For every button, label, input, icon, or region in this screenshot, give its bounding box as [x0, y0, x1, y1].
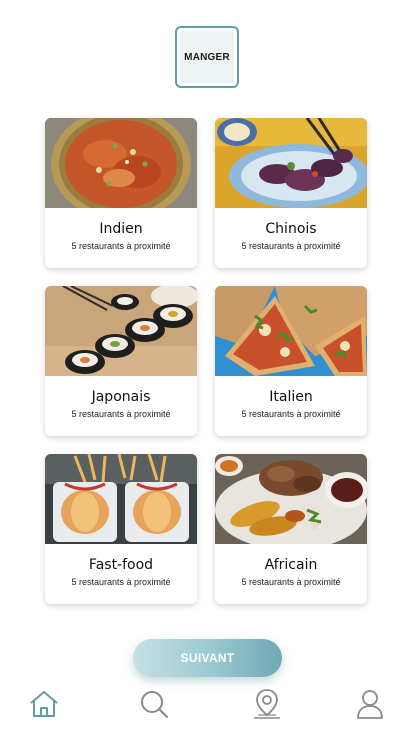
category-card-fast-food[interactable]: Fast-food 5 restaurants à proximité: [45, 454, 197, 604]
user-icon: [357, 690, 383, 719]
nav-map[interactable]: [249, 686, 285, 722]
category-card-indien[interactable]: Indien 5 restaurants à proximité: [45, 118, 197, 268]
logo-text: MANGER: [184, 51, 230, 63]
card-body: Fast-food 5 restaurants à proximité: [45, 544, 197, 604]
card-body: Africain 5 restaurants à proximité: [215, 544, 367, 604]
category-card-japonais[interactable]: Japonais 5 restaurants à proximité: [45, 286, 197, 436]
japanese-sushi-photo: [45, 286, 197, 376]
card-body: Japonais 5 restaurants à proximité: [45, 376, 197, 436]
card-body: Chinois 5 restaurants à proximité: [215, 208, 367, 268]
category-card-chinois[interactable]: Chinois 5 restaurants à proximité: [215, 118, 367, 268]
category-title: Africain: [264, 557, 318, 573]
nav-profile[interactable]: [352, 686, 388, 722]
card-body: Indien 5 restaurants à proximité: [45, 208, 197, 268]
category-title: Italien: [269, 389, 313, 405]
category-subtitle: 5 restaurants à proximité: [71, 409, 171, 419]
category-card-italien[interactable]: Italien 5 restaurants à proximité: [215, 286, 367, 436]
bottom-nav: [0, 686, 414, 726]
nav-home[interactable]: [26, 686, 62, 722]
nav-search[interactable]: [136, 686, 172, 722]
category-title: Chinois: [265, 221, 317, 237]
search-icon: [141, 691, 169, 719]
african-food-photo: [215, 454, 367, 544]
category-grid: Indien 5 restaurants à proximité Chinois…: [45, 118, 367, 604]
category-subtitle: 5 restaurants à proximité: [241, 409, 341, 419]
next-button[interactable]: SUIVANT: [133, 639, 282, 677]
app-logo: MANGER: [175, 26, 239, 88]
category-title: Indien: [99, 221, 143, 237]
home-icon: [30, 691, 58, 717]
map-pin-icon: [254, 689, 280, 719]
category-card-africain[interactable]: Africain 5 restaurants à proximité: [215, 454, 367, 604]
category-subtitle: 5 restaurants à proximité: [241, 577, 341, 587]
chinese-food-photo: [215, 118, 367, 208]
category-subtitle: 5 restaurants à proximité: [71, 577, 171, 587]
fastfood-hotdog-photo: [45, 454, 197, 544]
category-subtitle: 5 restaurants à proximité: [71, 241, 171, 251]
italian-pizza-photo: [215, 286, 367, 376]
category-title: Fast-food: [88, 557, 154, 573]
card-body: Italien 5 restaurants à proximité: [215, 376, 367, 436]
category-subtitle: 5 restaurants à proximité: [241, 241, 341, 251]
indian-food-photo: [45, 118, 197, 208]
category-title: Japonais: [91, 389, 151, 405]
